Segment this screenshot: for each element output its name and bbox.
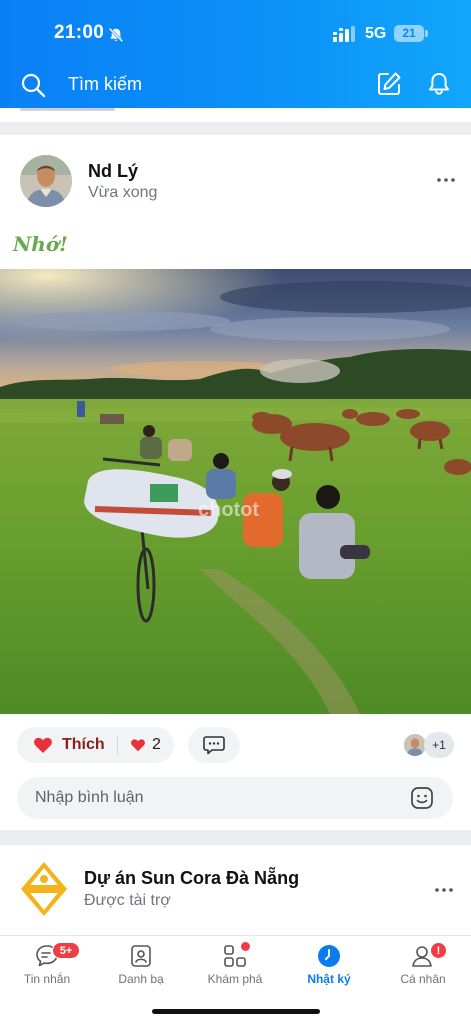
sponsored-label: Được tài trợ — [84, 892, 171, 909]
comment-button[interactable] — [188, 727, 240, 763]
search-input[interactable]: Tìm kiếm — [68, 74, 142, 95]
tab-messages[interactable]: 5+ Tin nhắn — [0, 936, 94, 996]
tab-label: Khám phá — [207, 972, 263, 986]
tab-profile[interactable]: ! Cá nhân — [376, 936, 470, 996]
like-divider — [117, 735, 118, 755]
signal-icon — [333, 26, 355, 42]
battery-icon: 21 — [394, 25, 428, 42]
more-options-icon[interactable] — [434, 885, 454, 895]
status-bar: 21:00 5G 21 — [0, 20, 471, 50]
contacts-icon — [131, 945, 151, 967]
feed-post: Nd Lý Vừa xong Nhớ! chotot Thích 2 +1 Nh… — [0, 135, 471, 830]
sponsored-post[interactable]: Dự án Sun Cora Đà Nẵng Được tài trợ — [0, 845, 471, 935]
tab-discover[interactable]: Khám phá — [188, 936, 282, 996]
previous-post-edge — [0, 108, 471, 122]
reaction-heart-icon — [131, 739, 145, 752]
app-header: 21:00 5G 21 Tìm kiếm — [0, 0, 471, 108]
post-author[interactable]: Nd Lý — [88, 161, 138, 182]
heart-icon — [34, 737, 52, 753]
status-time: 21:00 — [54, 22, 105, 43]
post-photo[interactable]: chotot — [0, 269, 471, 714]
sponsored-title[interactable]: Dự án Sun Cora Đà Nẵng — [84, 868, 299, 889]
battery-level: 21 — [402, 26, 416, 40]
tab-timeline[interactable]: Nhật ký — [282, 936, 376, 996]
reaction-count[interactable]: 2 — [152, 736, 161, 754]
more-options-icon[interactable] — [436, 175, 456, 185]
liker-extra-count[interactable]: +1 — [424, 732, 454, 758]
tab-label: Tin nhắn — [23, 972, 71, 986]
tab-label: Danh bạ — [118, 972, 164, 986]
post-caption: Nhớ! — [13, 232, 68, 256]
sticker-icon[interactable] — [410, 786, 434, 810]
like-button[interactable]: Thích 2 — [17, 727, 174, 763]
compose-icon[interactable] — [376, 71, 402, 97]
comment-input[interactable]: Nhập bình luận — [17, 777, 453, 819]
messages-badge: 5+ — [52, 942, 80, 959]
comment-placeholder: Nhập bình luận — [35, 789, 144, 806]
sun-group-logo — [21, 862, 67, 916]
profile-alert-badge: ! — [430, 942, 447, 959]
like-label: Thích — [62, 736, 105, 753]
bell-icon[interactable] — [426, 71, 452, 97]
discover-notification-dot — [240, 941, 251, 952]
clock-icon — [318, 945, 340, 967]
comment-icon — [203, 736, 225, 755]
bell-off-icon — [108, 27, 124, 43]
home-indicator — [152, 1009, 320, 1014]
network-type: 5G — [365, 25, 387, 42]
search-icon[interactable] — [20, 72, 46, 98]
avatar[interactable] — [20, 155, 72, 207]
post-time: Vừa xong — [88, 184, 158, 201]
tab-label: Nhật ký — [307, 972, 351, 986]
tab-contacts[interactable]: Danh bạ — [94, 936, 188, 996]
tab-label: Cá nhân — [400, 972, 446, 986]
photo-watermark: chotot — [198, 499, 260, 521]
